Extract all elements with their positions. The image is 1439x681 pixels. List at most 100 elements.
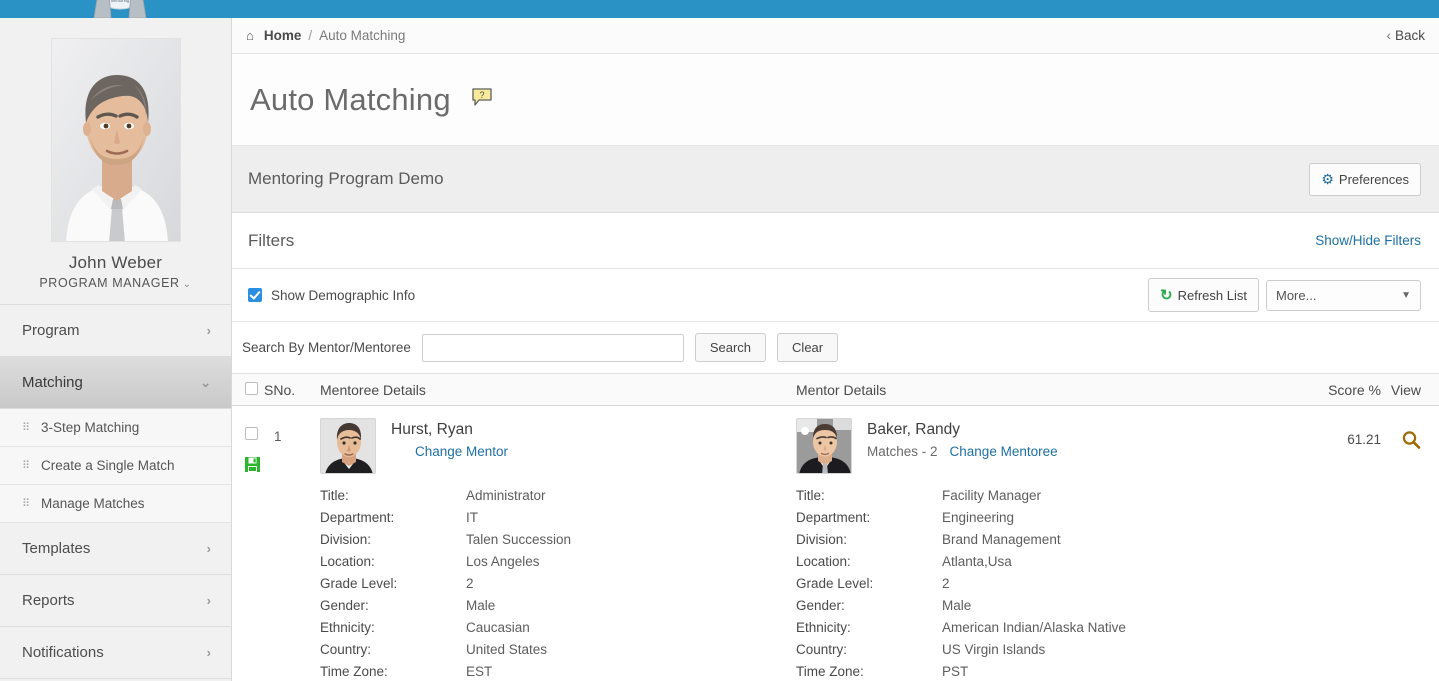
gear-icon: ⚙ [1321, 170, 1334, 187]
mentoree-details-list: Title: Administrator Department: IT Divisi… [320, 488, 796, 681]
mentor-info: Baker, Randy Matches - 2 Change Mentoree [867, 418, 1058, 474]
back-link[interactable]: ‹ Back [1386, 18, 1425, 54]
mentoree-name: Hurst, Ryan [391, 421, 473, 438]
program-bar: Mentoring Program Demo ⚙ Preferences [232, 146, 1439, 213]
more-dropdown[interactable]: More... ▼ [1266, 279, 1421, 311]
refresh-list-button[interactable]: ↻ Refresh List [1148, 278, 1259, 312]
profile-name: John Weber [68, 253, 163, 272]
home-icon: ⌂ [246, 27, 254, 43]
sidebar-item-create-a-single-match[interactable]: ⠿ Create a Single Match [0, 447, 231, 485]
mentoree-person: Hurst, Ryan Change Mentor [320, 418, 796, 474]
detail-row: Gender: Male [320, 598, 796, 620]
sidebar-item-3-step-matching[interactable]: ⠿ 3-Step Matching [0, 409, 231, 447]
sidebar-item-label: Reports [22, 592, 75, 609]
column-header-mentor-details: Mentor Details [796, 381, 887, 398]
breadcrumb-home[interactable]: Home [264, 18, 302, 54]
search-input[interactable] [421, 333, 684, 362]
detail-key: Location: [320, 554, 375, 569]
refresh-list-label: Refresh List [1177, 287, 1247, 303]
save-icon[interactable] [244, 456, 264, 476]
detail-key: Time Zone: [796, 664, 864, 679]
logo-graphic: mentoring [93, 0, 147, 18]
detail-key: Department: [796, 510, 871, 525]
detail-key: Gender: [320, 598, 369, 613]
chevron-right-icon: › [206, 541, 211, 556]
mentor-cell: Baker, Randy Matches - 2 Change Mentoree… [796, 418, 1296, 681]
mentoree-avatar-photo [321, 419, 375, 473]
chevron-down-icon: ⌄ [182, 279, 192, 290]
detail-key: Grade Level: [320, 576, 398, 591]
detail-value: EST [466, 664, 493, 679]
detail-row: Division: Brand Management [796, 532, 1296, 554]
breadcrumb: ⌂ Home / Auto Matching ‹ Back [232, 18, 1439, 54]
page-header: Auto Matching ? [232, 54, 1439, 146]
detail-row: Title: Administrator [320, 488, 796, 510]
user-avatar-photo [51, 39, 180, 241]
view-magnifier-icon[interactable] [1401, 431, 1421, 453]
search-button[interactable]: Search [694, 333, 767, 362]
detail-key: Location: [796, 554, 851, 569]
angel-wings-logo[interactable]: mentoring [84, 0, 156, 18]
preferences-label: Preferences [1338, 171, 1409, 187]
select-all-cell [232, 381, 264, 398]
sidebar-profile: John Weber PROGRAM MANAGER ⌄ [0, 18, 231, 304]
detail-row: Location: Atlanta,Usa [796, 554, 1296, 576]
help-speech-bubble-icon[interactable]: ? [471, 87, 493, 112]
sidebar-item-matching[interactable]: Matching ⌄ [0, 357, 231, 409]
chevron-right-icon: › [206, 645, 211, 660]
sidebar-nav: Program › Matching ⌄ ⠿ 3-Step Matching ⠿ C… [0, 304, 231, 679]
clear-button[interactable]: Clear [777, 333, 839, 362]
detail-row: Department: IT [320, 510, 796, 532]
detail-row: Gender: Male [796, 598, 1296, 620]
detail-value: 2 [942, 576, 950, 591]
filters-bar: Filters Show/Hide Filters [232, 213, 1439, 269]
detail-value: American Indian/Alaska Native [942, 620, 1126, 635]
detail-row: Grade Level: 2 [796, 576, 1296, 598]
mentor-matches-count: Matches - 2 [867, 444, 938, 459]
page-title: Auto Matching [250, 81, 451, 117]
select-all-checkbox[interactable] [245, 381, 258, 395]
svg-text:?: ? [479, 90, 484, 100]
mentoree-avatar[interactable] [320, 418, 376, 474]
chevron-right-icon: › [206, 323, 211, 338]
change-mentor-link[interactable]: Change Mentor [415, 444, 508, 459]
detail-key: Title: [320, 488, 349, 503]
table-row: 1 Hurst, Ryan Change Mentor Title: Admin… [232, 406, 1439, 681]
sidebar-item-manage-matches[interactable]: ⠿ Manage Matches [0, 485, 231, 523]
preferences-button[interactable]: ⚙ Preferences [1309, 162, 1421, 196]
mentor-subrow: Matches - 2 Change Mentoree [867, 444, 1058, 459]
detail-row: Division: Talen Succession [320, 532, 796, 554]
sidebar-item-templates[interactable]: Templates › [0, 523, 231, 575]
mentor-avatar-photo [797, 419, 851, 473]
detail-value: Los Angeles [466, 554, 540, 569]
mentoree-cell: Hurst, Ryan Change Mentor Title: Administ… [314, 418, 796, 681]
checkbox-checked-icon[interactable] [248, 288, 262, 302]
detail-key: Division: [320, 532, 372, 547]
detail-key: Title: [796, 488, 825, 503]
program-name: Mentoring Program Demo [248, 169, 444, 188]
detail-row: Ethnicity: Caucasian [320, 620, 796, 642]
row-select-cell [232, 418, 264, 681]
sidebar-item-reports[interactable]: Reports › [0, 575, 231, 627]
detail-row: Title: Facility Manager [796, 488, 1296, 510]
show-demographic-info-checkbox[interactable]: Show Demographic Info [248, 288, 415, 303]
chevron-right-icon: › [206, 593, 211, 608]
row-checkbox[interactable] [245, 427, 258, 440]
back-label: Back [1394, 27, 1425, 43]
mentor-avatar[interactable] [796, 418, 852, 474]
search-bar: Search By Mentor/Mentoree Search Clear [232, 322, 1439, 374]
avatar[interactable] [50, 38, 181, 242]
sidebar-item-notifications[interactable]: Notifications › [0, 627, 231, 679]
detail-key: Ethnicity: [796, 620, 851, 635]
detail-value: Engineering [942, 510, 1015, 525]
sidebar-item-program[interactable]: Program › [0, 305, 231, 357]
drag-handle-icon: ⠿ [22, 498, 30, 510]
detail-value: PST [942, 664, 969, 679]
profile-role[interactable]: PROGRAM MANAGER ⌄ [0, 276, 231, 290]
change-mentoree-link[interactable]: Change Mentoree [950, 444, 1058, 459]
breadcrumb-current: Auto Matching [319, 27, 406, 43]
show-hide-filters-link[interactable]: Show/Hide Filters [1315, 233, 1421, 248]
detail-key: Gender: [796, 598, 845, 613]
sidebar-item-label: Manage Matches [41, 496, 145, 511]
sidebar: John Weber PROGRAM MANAGER ⌄ Program › Ma… [0, 18, 232, 681]
